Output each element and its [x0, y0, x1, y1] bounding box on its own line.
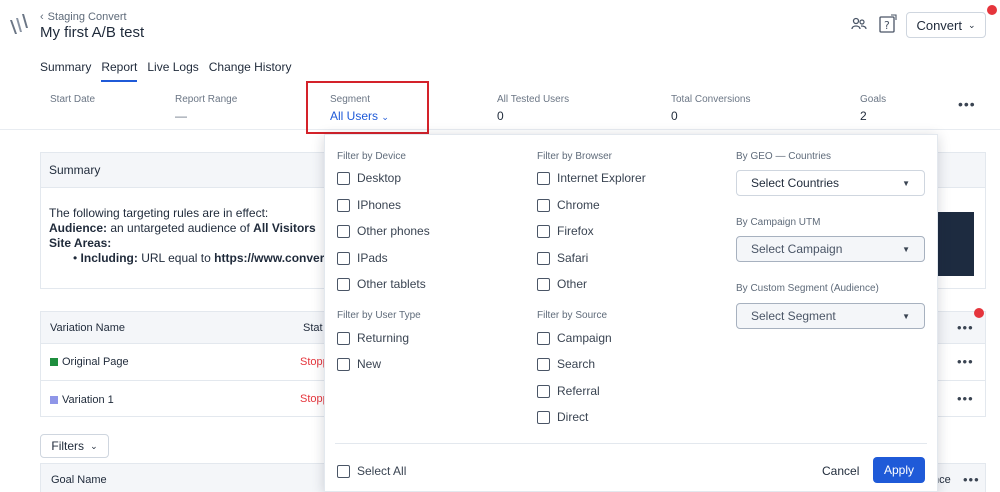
convert-logo-icon	[10, 14, 28, 34]
checkbox[interactable]	[537, 171, 550, 185]
checkbox[interactable]	[337, 171, 350, 185]
checkbox[interactable]	[337, 464, 350, 478]
browser-option-chrome[interactable]: Chrome	[537, 198, 600, 212]
checkbox[interactable]	[537, 331, 550, 345]
checkbox[interactable]	[337, 357, 350, 371]
tab-report[interactable]: Report	[101, 60, 138, 82]
more-options-icon[interactable]: •••	[963, 472, 980, 487]
browser-filter-title: Filter by Browser	[537, 151, 613, 162]
caret-down-icon: ▼	[902, 178, 910, 188]
more-options-icon[interactable]: •••	[958, 96, 976, 112]
browser-option-other[interactable]: Other	[537, 277, 587, 291]
dropdown-divider	[335, 443, 927, 444]
chevron-down-icon: ⌄	[90, 440, 98, 451]
source-option-direct[interactable]: Direct	[537, 410, 588, 424]
svg-text:?: ?	[884, 19, 890, 32]
tab-change-history[interactable]: Change History	[209, 60, 292, 82]
more-options-icon[interactable]: •••	[957, 354, 974, 369]
preview-thumbnail[interactable]	[938, 212, 974, 276]
device-option-other-phones[interactable]: Other phones	[337, 224, 430, 238]
device-option-iphones[interactable]: IPhones	[337, 198, 401, 212]
segment-filter-dropdown: Filter by Device Desktop IPhones Other p…	[324, 134, 938, 492]
browser-option-firefox[interactable]: Firefox	[537, 224, 594, 238]
more-options-icon[interactable]: •••	[957, 320, 974, 335]
tab-bar: Summary Report Live Logs Change History	[40, 60, 291, 82]
checkbox[interactable]	[537, 224, 550, 238]
select-segment-dropdown[interactable]: Select Segment ▼	[736, 303, 925, 329]
report-stats-bar: Start Date Report Range — Segment All Us…	[0, 84, 1000, 130]
select-campaign-dropdown[interactable]: Select Campaign ▼	[736, 236, 925, 262]
caret-down-icon: ▼	[902, 244, 910, 254]
device-option-other-tablets[interactable]: Other tablets	[337, 277, 426, 291]
checkbox[interactable]	[337, 198, 350, 212]
source-option-campaign[interactable]: Campaign	[537, 331, 612, 345]
user-type-filter-title: Filter by User Type	[337, 310, 421, 321]
notification-dot	[987, 5, 997, 15]
cancel-button[interactable]: Cancel	[822, 464, 859, 478]
apply-button[interactable]: Apply	[873, 457, 925, 483]
tab-live-logs[interactable]: Live Logs	[147, 60, 198, 82]
source-option-referral[interactable]: Referral	[537, 384, 600, 398]
variation-color-swatch	[50, 358, 58, 366]
checkbox[interactable]	[337, 277, 350, 291]
geo-filter-title: By GEO — Countries	[736, 151, 832, 162]
device-filter-title: Filter by Device	[337, 151, 406, 162]
checkbox[interactable]	[537, 277, 550, 291]
source-filter-title: Filter by Source	[537, 310, 608, 321]
breadcrumb[interactable]: ‹ Staging Convert	[40, 11, 127, 23]
segment-highlight-box	[306, 81, 429, 134]
checkbox[interactable]	[537, 198, 550, 212]
variation-color-swatch	[50, 395, 58, 404]
checkbox[interactable]	[537, 251, 550, 265]
tab-summary[interactable]: Summary	[40, 60, 91, 82]
select-all-option[interactable]: Select All	[337, 464, 406, 478]
page-title: My first A/B test	[40, 24, 145, 41]
source-option-search[interactable]: Search	[537, 357, 595, 371]
select-countries-dropdown[interactable]: Select Countries ▼	[736, 170, 925, 196]
device-option-ipads[interactable]: IPads	[337, 251, 388, 265]
checkbox[interactable]	[337, 251, 350, 265]
campaign-filter-title: By Campaign UTM	[736, 217, 821, 228]
chevron-down-icon: ⌄	[967, 19, 976, 30]
stat-total-conversions: Total Conversions 0	[671, 94, 751, 123]
checkbox[interactable]	[537, 384, 550, 398]
chevron-left-icon: ‹	[40, 11, 44, 23]
stat-start-date: Start Date	[50, 94, 96, 105]
checkbox[interactable]	[337, 224, 350, 238]
browser-option-safari[interactable]: Safari	[537, 251, 588, 265]
checkbox[interactable]	[537, 410, 550, 424]
more-options-icon[interactable]: •••	[957, 391, 974, 406]
caret-down-icon: ▼	[902, 311, 910, 321]
stat-report-range: Report Range —	[175, 94, 238, 123]
user-type-option-new[interactable]: New	[337, 357, 381, 371]
stat-goals: Goals 2	[860, 94, 887, 123]
notification-dot	[974, 308, 984, 318]
user-type-option-returning[interactable]: Returning	[337, 331, 409, 345]
device-option-desktop[interactable]: Desktop	[337, 171, 401, 185]
checkbox[interactable]	[337, 331, 350, 345]
browser-option-internet-explorer[interactable]: Internet Explorer	[537, 171, 646, 185]
custom-segment-filter-title: By Custom Segment (Audience)	[736, 283, 879, 294]
checkbox[interactable]	[537, 357, 550, 371]
stat-all-tested-users: All Tested Users 0	[497, 94, 570, 123]
convert-account-button[interactable]: Convert ⌄	[906, 12, 986, 38]
filters-button[interactable]: Filters ⌄	[40, 434, 109, 458]
users-icon[interactable]	[851, 17, 867, 31]
help-icon[interactable]: ?	[879, 14, 897, 34]
